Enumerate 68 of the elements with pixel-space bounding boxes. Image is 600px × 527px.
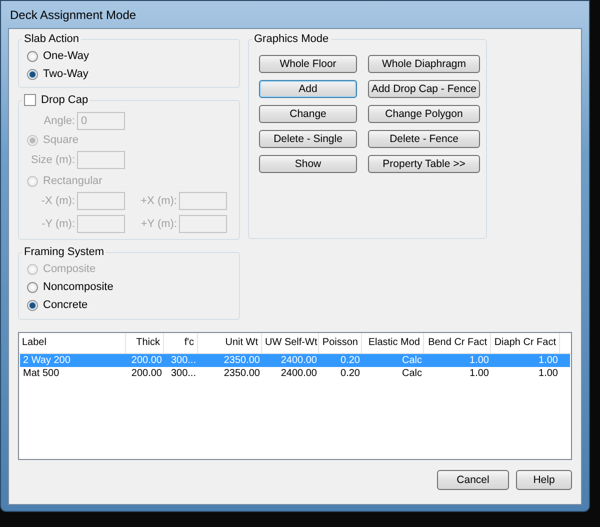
mode-button[interactable]: Show [259,155,357,173]
table-cell-text: 0.20 [340,354,361,367]
mode-button[interactable]: Whole Floor [259,55,357,73]
input-field[interactable] [179,192,227,210]
table-cell-text: 1.00 [468,367,490,380]
column-header[interactable]: f'c [164,333,198,353]
mode-button[interactable]: Change [259,105,357,123]
input-field[interactable] [77,150,125,168]
table-cell-text: 1.00 [468,354,490,367]
input-field[interactable] [77,192,125,210]
column-header[interactable]: Poisson [319,333,362,353]
column-header[interactable]: Bend Cr Fact [424,333,491,353]
radio-button[interactable] [27,300,38,310]
radio-label: Noncomposite [43,281,114,293]
radio-label: Rectangular [43,175,102,187]
group-title: Graphics Mode [253,33,330,45]
mode-button[interactable]: Delete - Fence [368,130,480,148]
mode-button[interactable]: Add Drop Cap - Fence [368,80,480,98]
radio-label: Two-Way [43,68,88,80]
column-header[interactable]: Elastic Mod [362,333,424,353]
table-cell-text: 2400.00 [280,367,318,380]
radio-button[interactable] [27,68,38,80]
field-label: -Y (m): [40,218,75,230]
column-header[interactable]: Label [19,333,126,353]
mode-button[interactable]: Delete - Single [259,130,357,148]
input-field[interactable] [77,214,125,232]
table-cell-text: 300... [170,354,197,367]
radio-label: One-Way [43,50,90,62]
field-label: Angle: [42,114,75,126]
group-title: Framing System [23,246,106,258]
table-cell-text: 2350.00 [222,354,261,367]
group-title: Slab Action [23,33,80,45]
table-cell-text: 300... [170,367,197,380]
column-header[interactable]: Thick [126,333,164,353]
field-label: Size (m): [30,154,75,166]
column-header[interactable]: UW Self-Wt [262,333,319,353]
column-header[interactable]: Diaph Cr Fact [491,333,560,353]
checkbox[interactable] [24,94,36,106]
radio-label: Composite [43,263,96,275]
radio-button[interactable] [27,282,38,292]
table-cell-text: Calc [400,367,423,380]
column-header[interactable]: Unit Wt [198,333,262,353]
table-cell-text: 2 Way 200 [22,354,72,367]
input-field[interactable] [179,214,227,232]
mode-button[interactable]: Whole Diaphragm [368,55,480,73]
table-cell-text: 0.20 [340,367,361,380]
dialog-button[interactable]: Cancel [437,470,509,490]
table-cell-text: Mat 500 [22,367,60,380]
field-label: +Y (m): [140,218,177,230]
radio-button[interactable] [27,50,38,62]
table-cell-text: 200.00 [130,367,163,380]
field-label: +X (m): [140,194,177,206]
table-row[interactable]: Mat 500 200.00 300... 2350.00 2400.00 0.20 Calc 1.00 1.00 [20,367,570,380]
mode-button[interactable]: Add [259,80,357,98]
dialog-button[interactable]: Help [516,470,572,490]
field-label: -X (m): [40,194,75,206]
table-cell-text: Calc [400,354,423,367]
mode-button[interactable]: Change Polygon [368,105,480,123]
table-cell-text: 2350.00 [222,367,261,380]
table-cell-text: 200.00 [130,354,163,367]
radio-label: Concrete [43,299,88,311]
mode-button[interactable]: Property Table >> [368,155,480,173]
table-cell-text: 2400.00 [280,354,318,367]
table-cell-text: 1.00 [538,354,559,367]
radio-label: Square [43,134,78,146]
window-title: Deck Assignment Mode [9,8,136,22]
table-cell-text: 1.00 [538,367,559,380]
checkbox-label: Drop Cap [41,94,88,106]
